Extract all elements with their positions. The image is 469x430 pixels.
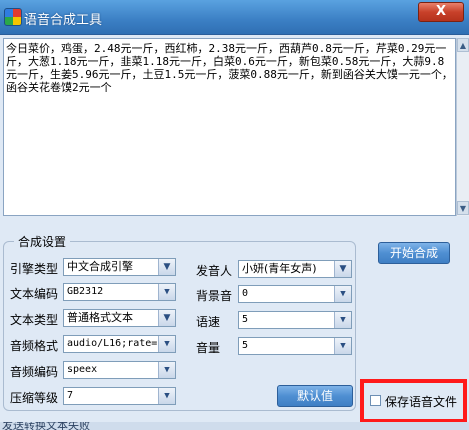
- chevron-down-icon[interactable]: ▼: [158, 310, 175, 326]
- speed-select[interactable]: 5 ▼: [238, 311, 352, 329]
- audio-format-label: 音频格式: [10, 339, 59, 353]
- app-icon: [4, 8, 22, 26]
- text-encoding-label: 文本编码: [10, 287, 59, 301]
- audio-encoding-label: 音频编码: [10, 365, 59, 379]
- chevron-down-icon[interactable]: ▼: [158, 362, 175, 378]
- audio-format-value: audio/L16;rate=: [67, 338, 158, 349]
- chevron-down-icon[interactable]: ▼: [158, 388, 175, 404]
- audio-encoding-select[interactable]: speex ▼: [63, 361, 176, 379]
- volume-select[interactable]: 5 ▼: [238, 337, 352, 355]
- engine-type-label: 引擎类型: [10, 262, 59, 276]
- text-input-area[interactable]: 今日菜价，鸡蛋，2.48元一斤，西红柿，2.38元一斤，西葫芦0.8元一斤，芹菜…: [3, 38, 456, 216]
- compression-level-label: 压缩等级: [10, 391, 59, 405]
- volume-value: 5: [242, 340, 249, 351]
- background-sound-label: 背景音: [196, 289, 233, 303]
- engine-type-value: 中文合成引擎: [67, 260, 133, 273]
- save-audio-checkbox[interactable]: [370, 395, 381, 406]
- settings-group-title: 合成设置: [14, 233, 71, 250]
- text-type-value: 普通格式文本: [67, 311, 133, 324]
- close-button[interactable]: X: [418, 2, 464, 22]
- volume-label: 音量: [196, 341, 221, 355]
- speed-label: 语速: [196, 315, 221, 329]
- background-sound-select[interactable]: 0 ▼: [238, 285, 352, 303]
- status-bar: 发送转换文本失败: [0, 422, 469, 430]
- main-window: 语音合成工具 X 今日菜价，鸡蛋，2.48元一斤，西红柿，2.38元一斤，西葫芦…: [0, 0, 469, 430]
- chevron-down-icon[interactable]: ▼: [158, 284, 175, 300]
- audio-encoding-value: speex: [67, 364, 98, 375]
- scroll-up-icon[interactable]: ▲: [457, 38, 469, 52]
- chevron-down-icon[interactable]: ▼: [334, 286, 351, 302]
- speed-value: 5: [242, 314, 249, 325]
- chevron-down-icon[interactable]: ▼: [334, 312, 351, 328]
- speaker-select[interactable]: 小妍(青年女声) ▼: [238, 260, 352, 278]
- scroll-down-icon[interactable]: ▼: [457, 201, 469, 215]
- title-bar[interactable]: 语音合成工具 X: [0, 0, 469, 35]
- compression-level-value: 7: [67, 390, 74, 401]
- speaker-value: 小妍(青年女声): [242, 262, 317, 275]
- chevron-down-icon[interactable]: ▼: [158, 259, 175, 275]
- text-encoding-value: GB2312: [67, 286, 104, 297]
- engine-type-select[interactable]: 中文合成引擎 ▼: [63, 258, 176, 276]
- text-type-select[interactable]: 普通格式文本 ▼: [63, 309, 176, 327]
- chevron-down-icon[interactable]: ▼: [334, 261, 351, 277]
- audio-format-select[interactable]: audio/L16;rate= ▼: [63, 335, 176, 353]
- save-audio-label[interactable]: 保存语音文件: [385, 393, 457, 410]
- start-synthesis-button[interactable]: 开始合成: [378, 242, 450, 264]
- compression-level-select[interactable]: 7 ▼: [63, 387, 176, 405]
- background-sound-value: 0: [242, 288, 249, 299]
- chevron-down-icon[interactable]: ▼: [158, 336, 175, 352]
- text-encoding-select[interactable]: GB2312 ▼: [63, 283, 176, 301]
- default-values-button[interactable]: 默认值: [277, 385, 353, 407]
- vertical-scrollbar[interactable]: ▲ ▼: [456, 38, 469, 216]
- text-type-label: 文本类型: [10, 313, 59, 327]
- window-title: 语音合成工具: [24, 13, 103, 28]
- status-text: 发送转换文本失败: [2, 422, 90, 430]
- speaker-label: 发音人: [196, 264, 233, 278]
- chevron-down-icon[interactable]: ▼: [334, 338, 351, 354]
